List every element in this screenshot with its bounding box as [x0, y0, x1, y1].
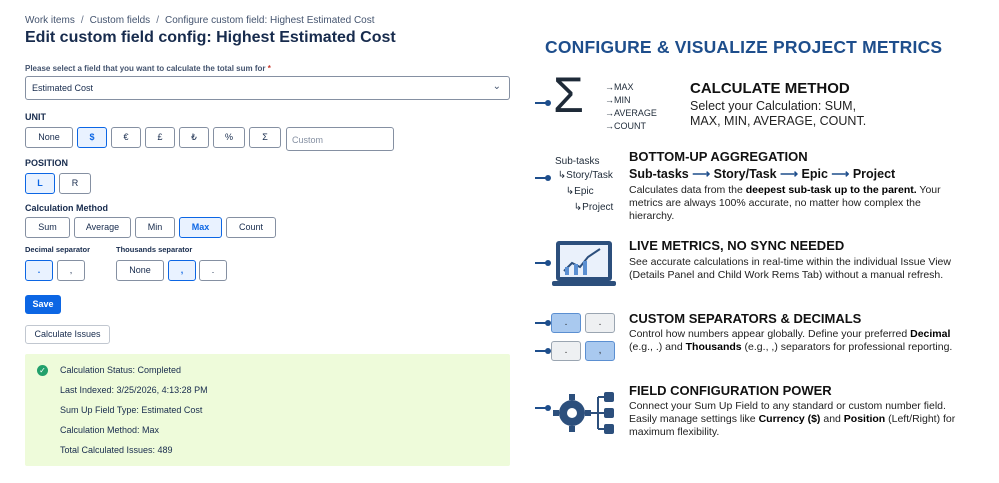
calc-method-label: Calculation Method	[25, 203, 108, 213]
unit-lira-button[interactable]: ₺	[179, 127, 209, 148]
feature-title: BOTTOM-UP AGGREGATION	[629, 149, 808, 164]
unit-dollar-button[interactable]: $	[77, 127, 107, 148]
sigma-list-item: →MIN	[605, 95, 631, 105]
hierarchy-chain: Sub-tasks ⟶ Story/Task ⟶ Epic ⟶ Project	[629, 167, 896, 181]
unit-pound-button[interactable]: £	[145, 127, 175, 148]
laptop-chart-icon	[552, 241, 616, 286]
bullet-connector-icon	[535, 405, 551, 411]
feature-title: CALCULATE METHOD	[690, 80, 850, 97]
thousands-none-button[interactable]: None	[116, 260, 164, 281]
feature-description: Calculates data from the deepest sub-tas…	[629, 184, 941, 222]
calc-count-button[interactable]: Count	[226, 217, 276, 238]
feature-description: Control how numbers appear globally. Def…	[629, 328, 953, 353]
promo-title: CONFIGURE & VISUALIZE PROJECT METRICS	[545, 37, 943, 57]
breadcrumb: Work items / Custom fields / Configure custo…	[25, 15, 375, 26]
decimal-comma-button[interactable]: ,	[57, 260, 85, 281]
separator-sample-box: .	[551, 341, 581, 361]
calculation-status-panel: ✓ Calculation Status: Completed Last Ind…	[25, 354, 510, 466]
separator-sample-box: .	[551, 313, 581, 333]
unit-euro-button[interactable]: €	[111, 127, 141, 148]
position-right-button[interactable]: R	[59, 173, 91, 194]
unit-label: UNIT	[25, 112, 46, 122]
unit-none-button[interactable]: None	[25, 127, 73, 148]
position-left-button[interactable]: L	[25, 173, 55, 194]
decimal-separator-label: Decimal separator	[25, 245, 91, 254]
tree-level: ↳Story/Task	[555, 170, 613, 181]
calc-average-button[interactable]: Average	[74, 217, 131, 238]
tree-level: ↳Epic	[563, 186, 594, 197]
sigma-list-item: →AVERAGE	[605, 108, 657, 118]
tree-level: ↳Project	[571, 202, 614, 213]
thousands-comma-button[interactable]: ,	[168, 260, 196, 281]
breadcrumb-configure-field[interactable]: Configure custom field: Highest Estimate…	[165, 15, 375, 26]
feature-title: LIVE METRICS, NO SYNC NEEDED	[629, 238, 845, 253]
calc-min-button[interactable]: Min	[135, 217, 175, 238]
calc-sum-button[interactable]: Sum	[25, 217, 70, 238]
bullet-connector-icon	[535, 320, 551, 326]
bullet-connector-icon	[535, 175, 551, 181]
status-line: Total Calculated Issues: 489	[60, 445, 173, 455]
field-select-label: Please select a field that you want to c…	[25, 64, 271, 73]
breadcrumb-separator: /	[80, 15, 84, 26]
status-line: Calculation Status: Completed	[60, 365, 182, 375]
tree-level: Sub-tasks	[555, 156, 600, 167]
page-title: Edit custom field config: Highest Estima…	[25, 29, 396, 46]
sigma-list-item: →MAX	[605, 82, 634, 92]
decimal-dot-button[interactable]: .	[25, 260, 53, 281]
feature-description: Connect your Sum Up Field to any standar…	[629, 400, 956, 438]
chevron-down-icon: ⌄	[492, 81, 501, 92]
calc-max-button[interactable]: Max	[179, 217, 222, 238]
feature-title: CUSTOM SEPARATORS & DECIMALS	[629, 311, 862, 326]
bullet-connector-icon	[535, 260, 551, 266]
feature-description: Select your Calculation: SUM, MAX, MIN, …	[690, 99, 867, 128]
sigma-icon: Σ	[553, 67, 584, 123]
status-line: Last Indexed: 3/25/2026, 4:13:28 PM	[60, 385, 208, 395]
feature-description: See accurate calculations in real-time w…	[629, 256, 951, 281]
thousands-dot-button[interactable]: .	[199, 260, 227, 281]
position-label: POSITION	[25, 158, 69, 168]
separator-sample-box: .	[585, 313, 615, 333]
unit-percent-button[interactable]: %	[213, 127, 245, 148]
unit-custom-input[interactable]: Custom	[286, 127, 394, 151]
required-mark: *	[267, 64, 271, 73]
thousands-separator-label: Thousands separator	[116, 245, 193, 254]
breadcrumb-work-items[interactable]: Work items	[25, 15, 75, 26]
unit-sigma-button[interactable]: Σ	[249, 127, 281, 148]
config-form-panel: Work items / Custom fields / Configure custo…	[0, 0, 530, 483]
check-circle-icon: ✓	[37, 365, 48, 376]
status-line: Calculation Method: Max	[60, 425, 160, 435]
field-select[interactable]: Estimated Cost ⌄	[25, 76, 510, 100]
separator-sample-box: ,	[585, 341, 615, 361]
breadcrumb-separator: /	[156, 15, 159, 26]
bullet-connector-icon	[535, 100, 551, 106]
breadcrumb-custom-fields[interactable]: Custom fields	[90, 15, 151, 26]
sigma-list-item: →COUNT	[605, 121, 646, 131]
feature-title: FIELD CONFIGURATION POWER	[629, 383, 832, 398]
status-line: Sum Up Field Type: Estimated Cost	[60, 405, 203, 415]
gear-network-icon	[553, 392, 614, 434]
calculate-issues-button[interactable]: Calculate Issues	[25, 325, 110, 344]
bullet-connector-icon	[535, 348, 551, 354]
save-button[interactable]: Save	[25, 295, 61, 314]
promo-panel: CONFIGURE & VISUALIZE PROJECT METRICS Σ …	[530, 0, 999, 483]
field-select-value: Estimated Cost	[32, 83, 94, 93]
